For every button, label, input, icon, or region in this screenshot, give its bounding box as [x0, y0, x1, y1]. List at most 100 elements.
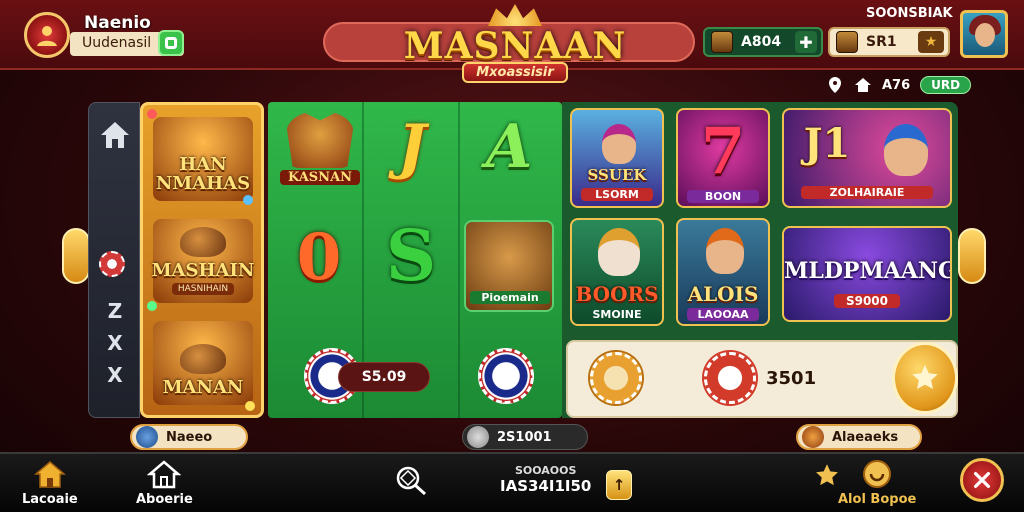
nav-aboerie[interactable]: Aboerie — [136, 458, 193, 507]
symbol-a: A — [485, 112, 533, 182]
currency-value-green: A804 — [741, 34, 782, 50]
player-avatar[interactable] — [24, 12, 70, 58]
counter-value: IAS34I1I50 — [500, 477, 592, 495]
exit-button[interactable] — [960, 458, 1004, 502]
game-card-title: BOORS — [575, 282, 659, 306]
treasure-icon — [711, 31, 733, 53]
featured-column: HAN NMAHAS MASHAIN HASNIHAIN MANAN — [140, 102, 264, 418]
right-info-pill[interactable]: Alaeaeks — [796, 424, 922, 450]
currency-chip-green[interactable]: A804 ✚ — [703, 27, 823, 57]
character-icon — [802, 426, 824, 448]
location-pin-icon[interactable] — [826, 76, 844, 94]
featured-card[interactable]: MASHAIN HASNIHAIN — [151, 219, 255, 303]
crown-icon — [488, 4, 542, 26]
featured-card[interactable]: MANAN — [153, 321, 253, 405]
nav-counter: SOOAOOS IAS34I1I50 — [500, 464, 591, 495]
game-card-sub: SMOINE — [592, 308, 642, 321]
game-logo: MASNAAN Mxoassisir — [404, 4, 625, 86]
logo-title: MASNAAN — [403, 25, 627, 67]
animal-icon — [180, 227, 226, 257]
close-icon — [973, 471, 991, 489]
featured-card-sub: HASNIHAIN — [171, 283, 235, 295]
home-small-icon[interactable] — [854, 76, 872, 94]
search-icon — [396, 466, 427, 496]
nav-home[interactable]: Lacoaie — [22, 458, 78, 507]
star-icon — [912, 365, 938, 389]
left-rail: Z X X — [88, 102, 140, 418]
game-card-title: J1 — [803, 120, 851, 167]
game-card[interactable]: 7 BOON — [676, 108, 770, 208]
nav-search[interactable] — [394, 464, 428, 496]
left-info-pill[interactable]: Naeeo — [130, 424, 248, 450]
player-name: Naenio — [84, 13, 151, 33]
nav-star[interactable] — [814, 462, 840, 488]
game-card-title: MLDPMAANG — [784, 258, 952, 284]
status-badge[interactable]: URD — [920, 76, 972, 94]
game-card-title: ALOIS — [687, 282, 759, 306]
game-card-sub: LSORM — [581, 188, 653, 201]
chip-icon — [99, 251, 125, 277]
balance-label: SOONSBIAK — [866, 6, 953, 21]
status-text: A76 — [882, 77, 911, 93]
game-card-sub: S9000 — [833, 294, 901, 308]
game-card[interactable]: MLDPMAANG S9000 — [782, 226, 952, 322]
character-portrait — [602, 124, 636, 164]
right-side-tab[interactable] — [958, 228, 986, 284]
star-icon[interactable]: ★ — [918, 31, 944, 53]
square-icon — [165, 37, 177, 49]
featured-card-title: MASHAIN — [151, 260, 255, 281]
game-card[interactable]: ALOIS LAOOAA — [676, 218, 770, 326]
bet-amount-pill: S5.09 — [338, 362, 430, 392]
profile-picture[interactable] — [960, 10, 1008, 58]
character-portrait — [706, 228, 744, 274]
star-icon — [816, 464, 838, 486]
rail-symbols: Z X X — [97, 299, 133, 419]
nav-bonus[interactable]: Alol Bopoe — [838, 458, 916, 507]
featured-card-title: HAN NMAHAS — [155, 154, 251, 194]
nav-home-label: Lacoaie — [22, 492, 78, 507]
bet-amount: 3501 — [766, 368, 817, 389]
game-card[interactable]: J1 ZOLHAIRAIE — [782, 108, 952, 208]
home-icon — [33, 461, 66, 488]
bet-chip-button[interactable] — [704, 352, 756, 404]
coin-up-button[interactable]: ↑ — [606, 470, 632, 500]
featured-card-title: MANAN — [162, 377, 244, 398]
rail-symbol: Z — [107, 299, 123, 323]
counter-label: SOOAOOS — [514, 464, 577, 477]
character-portrait — [598, 228, 640, 276]
globe-icon — [136, 426, 158, 448]
game-card[interactable]: BOORS SMOINE — [570, 218, 664, 326]
home-icon[interactable] — [97, 117, 133, 153]
lion-symbol: Pioemain — [464, 220, 554, 312]
symbol-s: S — [385, 214, 437, 297]
symbol-j: J — [397, 112, 427, 182]
left-info-label: Naeeo — [166, 429, 213, 445]
poker-chip-icon[interactable] — [478, 348, 534, 404]
rail-symbol: X — [107, 331, 123, 355]
symbol-zero: 0 — [296, 220, 342, 295]
user-icon — [37, 26, 57, 46]
nav-bonus-label: Alol Bopoe — [838, 492, 917, 507]
jackpot-pill: 2S1001 — [462, 424, 588, 450]
coin-icon — [467, 426, 489, 448]
edit-profile-button[interactable] — [158, 30, 184, 56]
mask-symbol — [286, 112, 354, 168]
add-currency-button[interactable]: ✚ — [795, 31, 817, 53]
left-side-tab[interactable] — [62, 228, 90, 284]
featured-card[interactable]: HAN NMAHAS — [153, 117, 253, 201]
spin-button[interactable] — [892, 342, 958, 414]
game-card-sub: ZOLHAIRAIE — [800, 186, 934, 199]
currency-chip-cream[interactable]: SR1 ★ — [828, 27, 950, 57]
bet-chip-button[interactable] — [590, 352, 642, 404]
game-card-title: 7 — [700, 114, 746, 189]
rail-symbol: X — [107, 363, 123, 387]
right-info-label: Alaeaeks — [832, 429, 899, 445]
game-card-sub: LAOOAA — [687, 308, 759, 321]
bonus-coin-icon — [863, 460, 892, 488]
chest-icon — [836, 31, 858, 53]
lion-symbol-label: Pioemain — [470, 291, 550, 304]
nav-aboerie-label: Aboerie — [136, 492, 193, 507]
game-card[interactable]: SSUEK LSORM — [570, 108, 664, 208]
jackpot-value: 2S1001 — [497, 429, 552, 445]
mask-symbol-label: KASNAN — [280, 170, 360, 185]
